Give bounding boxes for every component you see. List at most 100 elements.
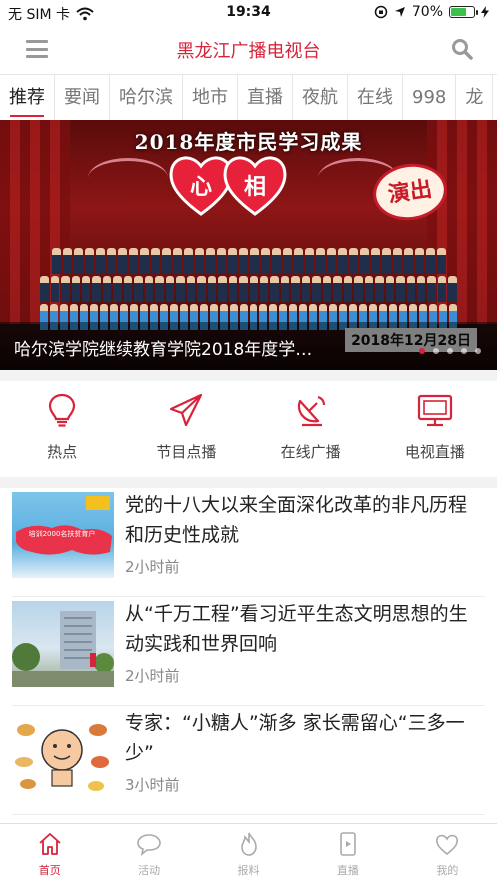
choir-singer bbox=[155, 276, 164, 302]
choir-singer bbox=[161, 248, 171, 274]
choir-singer bbox=[291, 276, 300, 302]
quick-entry-hot[interactable]: 热点 bbox=[0, 381, 124, 477]
choir-singer bbox=[436, 248, 446, 274]
choir-singer bbox=[301, 276, 311, 302]
quick-entries: 热点 节目点播 在线广播 电视直播 bbox=[0, 381, 497, 477]
battery-icon bbox=[449, 6, 478, 18]
choir-singer bbox=[414, 248, 424, 274]
carousel-dot[interactable] bbox=[461, 348, 467, 354]
choir-singer bbox=[259, 276, 269, 302]
cartoon-image bbox=[15, 724, 109, 791]
tab-long[interactable]: 龙 bbox=[456, 75, 494, 120]
list-item[interactable]: 专家：“小糖人”渐多 家长需留心“三多一少” 3小时前 bbox=[12, 706, 485, 815]
tabbar-home[interactable]: 首页 bbox=[0, 824, 99, 883]
choir-singer bbox=[417, 276, 426, 302]
carousel-dot[interactable] bbox=[475, 348, 481, 354]
status-bar: 无 SIM 卡 19:34 70% bbox=[0, 0, 497, 26]
category-tabs: 推荐 要闻 哈尔滨 地市 直播 夜航 在线 998 龙 bbox=[0, 74, 497, 120]
tabbar-mine[interactable]: 我的 bbox=[398, 824, 497, 883]
choir-singer bbox=[392, 248, 402, 274]
choir-singer bbox=[228, 276, 238, 302]
tabbar-label: 直播 bbox=[336, 864, 359, 877]
news-title: 党的十八大以来全面深化改革的非凡历程和历史性成就 bbox=[125, 494, 468, 546]
thumb-caption: 培训2000名扶贫育户 bbox=[29, 529, 96, 538]
app-header: 黑龙江广播电视台 bbox=[0, 26, 497, 74]
choir-row bbox=[40, 276, 457, 302]
news-time: 2小时前 bbox=[125, 667, 180, 685]
choir-singer bbox=[84, 248, 94, 274]
choir-image bbox=[40, 248, 457, 330]
flame-icon bbox=[240, 832, 257, 856]
tab-cities[interactable]: 地市 bbox=[183, 75, 238, 120]
choir-singer bbox=[271, 248, 281, 274]
tab-recommend[interactable]: 推荐 bbox=[0, 75, 55, 120]
choir-singer bbox=[71, 276, 80, 302]
heart-icon bbox=[436, 834, 459, 856]
choir-singer bbox=[238, 248, 248, 274]
choir-singer bbox=[293, 248, 303, 274]
tabbar-activities[interactable]: 活动 bbox=[99, 824, 198, 883]
choir-singer bbox=[437, 276, 447, 302]
choir-singer bbox=[396, 276, 405, 302]
choir-singer bbox=[117, 248, 127, 274]
choir-singer bbox=[333, 276, 342, 302]
tabbar-report[interactable]: 报料 bbox=[199, 824, 298, 883]
orientation-lock-icon bbox=[374, 5, 388, 19]
choir-singer bbox=[312, 276, 321, 302]
choir-singer bbox=[50, 276, 60, 302]
choir-singer bbox=[218, 276, 227, 302]
tab-harbin[interactable]: 哈尔滨 bbox=[110, 75, 183, 120]
tv-icon bbox=[417, 394, 452, 427]
list-item[interactable]: 从“千万工程”看习近平生态文明思想的生动实践和世界回响 2小时前 bbox=[12, 597, 485, 706]
tab-online[interactable]: 在线 bbox=[348, 75, 403, 120]
quick-entry-tv-live[interactable]: 电视直播 bbox=[373, 381, 497, 477]
choir-singer bbox=[197, 276, 206, 302]
news-list: 培训2000名扶贫育户 党的十八大以来全面深化改革的非凡历程和历史性成就 2小时… bbox=[0, 488, 497, 823]
carousel-dot[interactable] bbox=[447, 348, 453, 354]
quick-entry-label: 热点 bbox=[47, 443, 78, 461]
quick-entry-on-demand[interactable]: 节目点播 bbox=[124, 381, 248, 477]
heart-char-1: 心 bbox=[190, 174, 212, 200]
choir-singer bbox=[62, 248, 72, 274]
paper-plane-icon bbox=[170, 393, 203, 427]
map-image: 培训2000名扶贫育户 bbox=[16, 496, 112, 555]
tabbar-live[interactable]: 直播 bbox=[298, 824, 397, 883]
choir-singer bbox=[348, 248, 358, 274]
tab-live[interactable]: 直播 bbox=[238, 75, 293, 120]
choir-singer bbox=[92, 276, 101, 302]
tab-night-flight[interactable]: 夜航 bbox=[293, 75, 348, 120]
quick-entry-online-radio[interactable]: 在线广播 bbox=[249, 381, 373, 477]
tab-headlines[interactable]: 要闻 bbox=[55, 75, 110, 120]
search-icon[interactable] bbox=[451, 38, 473, 60]
carousel-dot[interactable] bbox=[433, 348, 439, 354]
choir-singer bbox=[172, 248, 182, 274]
choir-singer bbox=[406, 276, 415, 302]
choir-singer bbox=[205, 248, 215, 274]
choir-singer bbox=[322, 276, 332, 302]
heart-char-2: 相 bbox=[244, 174, 266, 200]
carousel-dot[interactable] bbox=[419, 348, 425, 354]
choir-singer bbox=[165, 276, 175, 302]
tabbar-label: 首页 bbox=[38, 864, 61, 877]
quick-entry-label: 在线广播 bbox=[280, 443, 341, 461]
app-screen: 无 SIM 卡 19:34 70% 黑龙江广播电视台 推荐 要闻 哈尔滨 地市 … bbox=[0, 0, 497, 883]
choir-singer bbox=[343, 276, 353, 302]
tab-998[interactable]: 998 bbox=[403, 75, 457, 120]
choir-singer bbox=[194, 248, 204, 274]
choir-singer bbox=[280, 276, 290, 302]
choir-singer bbox=[337, 248, 347, 274]
choir-singer bbox=[425, 248, 435, 274]
choir-singer bbox=[364, 276, 374, 302]
choir-singer bbox=[150, 248, 160, 274]
bulb-icon bbox=[49, 393, 76, 427]
choir-singer bbox=[370, 248, 380, 274]
choir-singer bbox=[260, 248, 270, 274]
app-title: 黑龙江广播电视台 bbox=[176, 41, 321, 62]
choir-singer bbox=[239, 276, 248, 302]
list-item[interactable]: 培训2000名扶贫育户 党的十八大以来全面深化改革的非凡历程和历史性成就 2小时… bbox=[12, 488, 485, 597]
choir-singer bbox=[95, 248, 105, 274]
choir-row bbox=[40, 248, 457, 274]
banner-carousel[interactable]: 2018年度市民学习成果 心 相 演出 2018年12月28日 哈尔滨学院继续教… bbox=[0, 120, 497, 370]
choir-singer bbox=[106, 248, 116, 274]
bottom-tab-bar: 首页 活动 报料 直播 我的 bbox=[0, 823, 497, 883]
